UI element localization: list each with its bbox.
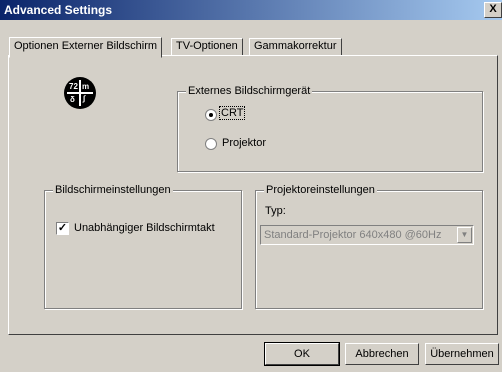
independent-clock-checkbox[interactable]: ✓ xyxy=(56,222,69,235)
projector-type-value: Standard-Projektor 640x480 @60Hz xyxy=(264,229,442,241)
logo-glyph: 72 xyxy=(69,82,78,91)
group-title: Externes Bildschirmgerät xyxy=(186,85,313,97)
type-label: Typ: xyxy=(265,205,286,217)
logo-glyph: ∫ xyxy=(83,94,86,103)
display-driver-logo-icon: 72 m δ ∫ xyxy=(64,77,96,109)
chevron-down-icon[interactable]: ▼ xyxy=(457,227,472,243)
title-bar[interactable]: Advanced Settings X xyxy=(0,0,502,20)
radio-crt-label[interactable]: CRT xyxy=(218,106,246,120)
projector-settings-group: Projektoreinstellungen xyxy=(255,184,483,309)
independent-clock-label[interactable]: Unabhängiger Bildschirmtakt xyxy=(74,222,215,234)
logo-divider xyxy=(67,92,93,94)
projector-type-select[interactable]: Standard-Projektor 640x480 @60Hz ▼ xyxy=(260,225,474,245)
group-title: Bildschirmeinstellungen xyxy=(53,184,173,196)
cancel-label: Abbrechen xyxy=(355,348,409,360)
cancel-button[interactable]: Abbrechen xyxy=(345,343,419,365)
radio-projector-label[interactable]: Projektor xyxy=(222,137,266,149)
logo-glyph: m xyxy=(82,82,90,91)
tab-tv-options[interactable]: TV-Optionen xyxy=(171,38,243,55)
ok-label: OK xyxy=(294,348,310,360)
radio-dot xyxy=(209,113,213,117)
logo-glyph: δ xyxy=(70,95,75,104)
apply-button[interactable]: Übernehmen xyxy=(425,343,499,365)
radio-projector[interactable] xyxy=(205,138,217,150)
close-button[interactable]: X xyxy=(484,2,502,18)
tab-gamma-correction[interactable]: Gammakorrektur xyxy=(249,38,342,55)
external-display-group: Externes Bildschirmgerät xyxy=(177,85,483,172)
window-title: Advanced Settings xyxy=(4,3,113,17)
tab-label: Optionen Externer Bildschirm xyxy=(14,40,158,52)
tab-label: Gammakorrektur xyxy=(254,40,337,52)
group-title: Projektoreinstellungen xyxy=(264,184,377,196)
radio-crt[interactable] xyxy=(205,109,217,121)
tab-label: TV-Optionen xyxy=(176,40,238,52)
tab-external-display[interactable]: Optionen Externer Bildschirm xyxy=(9,37,163,58)
apply-label: Übernehmen xyxy=(430,348,494,360)
ok-button[interactable]: OK xyxy=(264,342,340,366)
screen-settings-group: Bildschirmeinstellungen xyxy=(44,184,242,309)
